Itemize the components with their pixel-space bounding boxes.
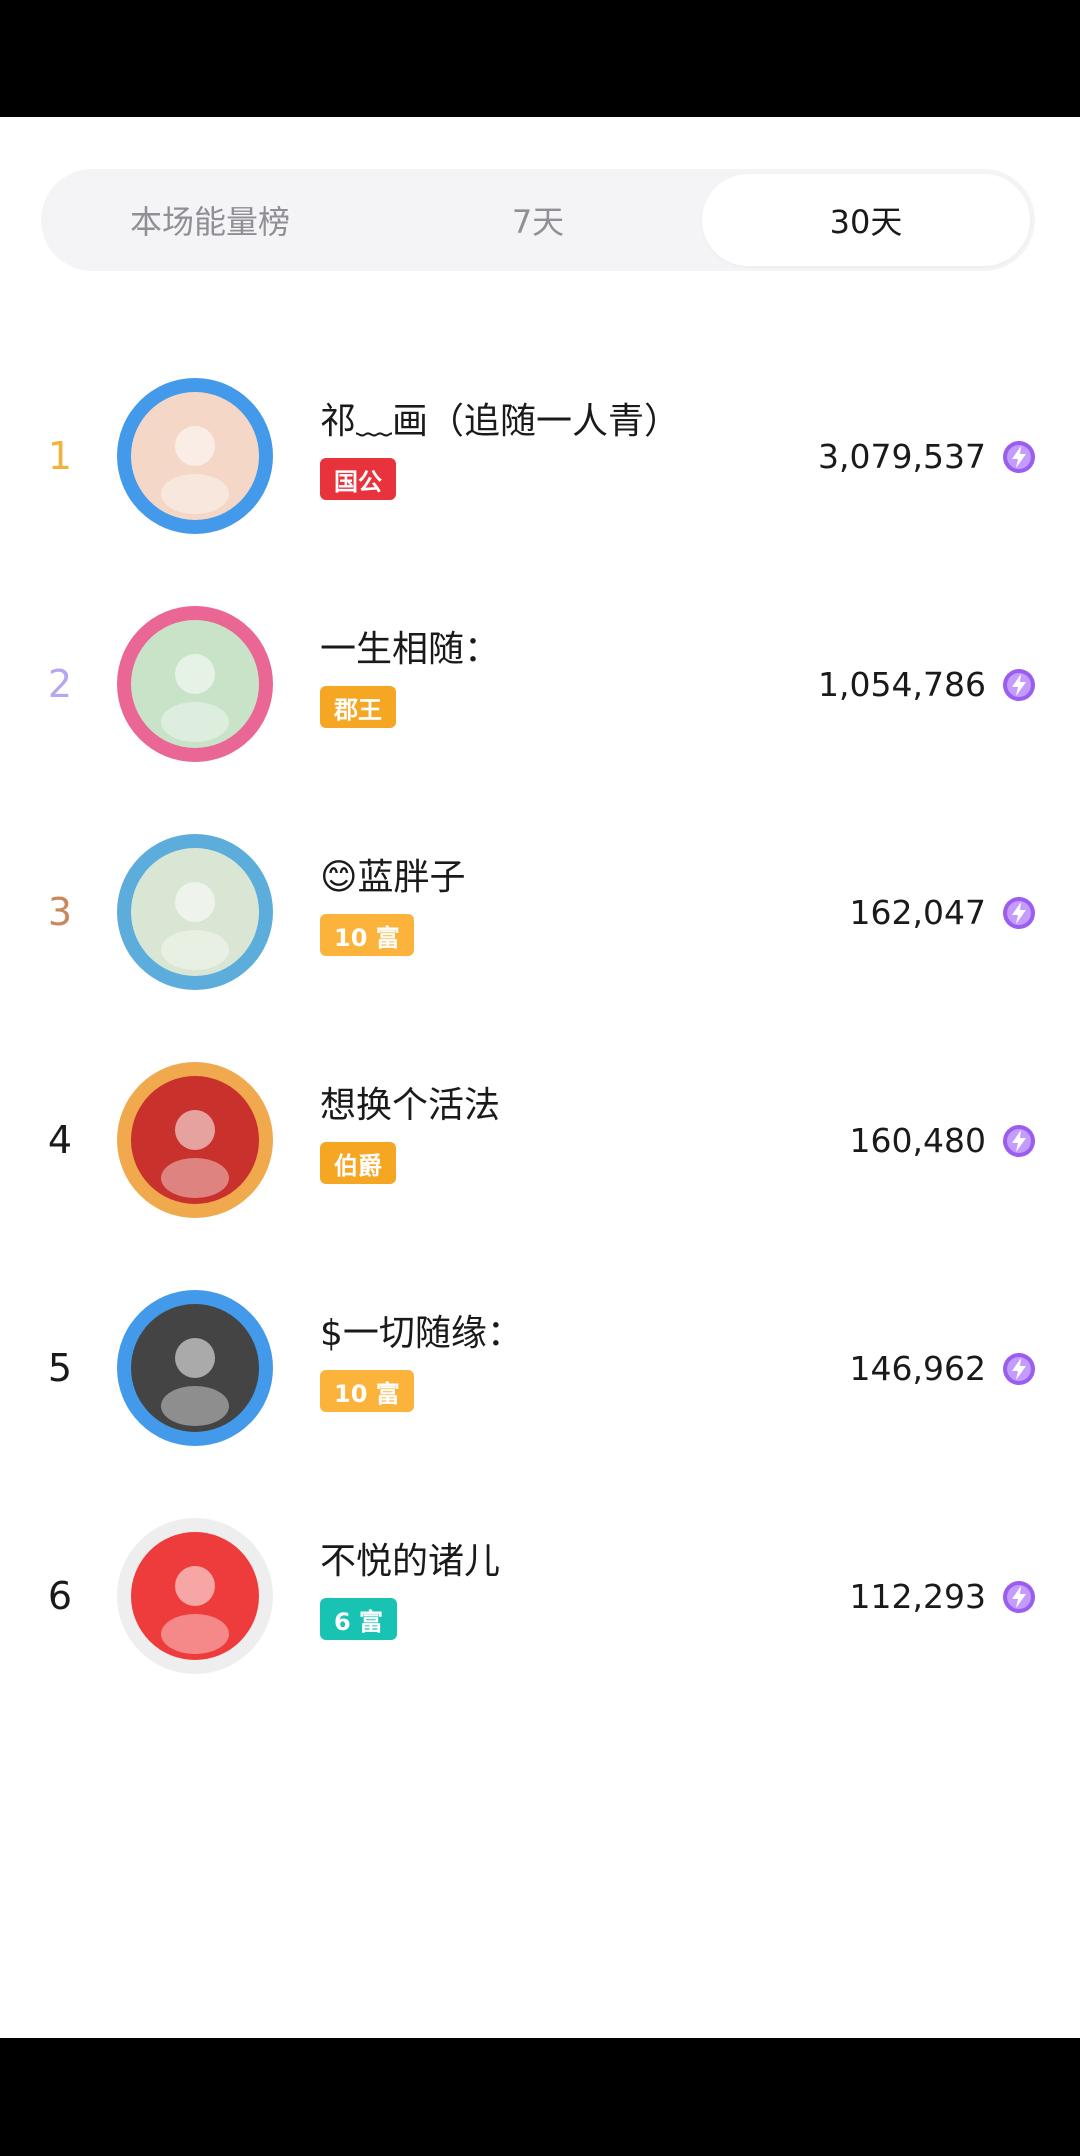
lightning-icon [1002, 440, 1036, 474]
navigation-bar [0, 2038, 1080, 2156]
user-name: 祁﹏画（追随一人青） [320, 401, 681, 442]
user-name: 一生相随： [320, 629, 501, 670]
energy-score: 112,293 [849, 1576, 986, 1616]
lightning-icon [1002, 668, 1036, 702]
tab-live-energy[interactable]: 本场能量榜 [46, 174, 374, 266]
lightning-icon [1002, 1352, 1036, 1386]
avatar[interactable] [105, 832, 285, 992]
rank-number: 4 [47, 1118, 73, 1162]
energy-score: 162,047 [849, 892, 986, 932]
ranking-row[interactable]: 4 想换个活法伯爵 160,480 [0, 1026, 1080, 1254]
lightning-icon [1002, 1580, 1036, 1614]
ranking-panel: 本场能量榜 7天 30天 1 祁﹏画（追随一人青） 国公 3,079,537 2 一生相随… [0, 117, 1080, 2038]
lightning-icon [1002, 896, 1036, 930]
rank-badge: 6 富 [320, 1598, 398, 1640]
user-name: 😊蓝胖子 [320, 857, 466, 898]
rank-badge: 国公 [320, 458, 396, 500]
lightning-icon [1002, 1124, 1036, 1158]
user-name: 不悦的诸儿 [320, 1541, 501, 1582]
rank-number: 6 [47, 1574, 73, 1618]
rank-badge: 郡王 [320, 686, 396, 728]
avatar[interactable] [105, 376, 285, 536]
rank-number: 1 [47, 434, 73, 478]
period-tabs: 本场能量榜 7天 30天 [41, 169, 1035, 271]
avatar[interactable] [105, 1060, 285, 1220]
avatar-image [117, 1062, 273, 1218]
ranking-row[interactable]: 2 一生相随： 郡王 1,054,786 [0, 570, 1080, 798]
rank-badge: 10 富 [320, 914, 414, 956]
rank-number: 3 [47, 890, 73, 934]
avatar-image [117, 378, 273, 534]
energy-score: 3,079,537 [818, 436, 986, 476]
avatar[interactable] [105, 1288, 285, 1448]
tab-7-days[interactable]: 7天 [374, 174, 702, 266]
avatar[interactable] [105, 604, 285, 764]
avatar[interactable] [105, 1516, 285, 1676]
energy-score: 1,054,786 [818, 664, 986, 704]
status-bar [0, 0, 1080, 117]
ranking-row[interactable]: 6 不悦的诸儿 6 富 112,293 [0, 1482, 1080, 1710]
rank-badge: 10 富 [320, 1370, 414, 1412]
avatar-image [117, 834, 273, 990]
energy-score: 160,480 [849, 1120, 986, 1160]
user-name: 想换个活法 [320, 1085, 501, 1126]
avatar-image [117, 1518, 273, 1674]
energy-score: 146,962 [849, 1348, 986, 1388]
user-name: $一切随缘： [320, 1313, 523, 1354]
ranking-row[interactable]: 5 $一切随缘： 10 富 146,962 [0, 1254, 1080, 1482]
tab-30-days[interactable]: 30天 [702, 174, 1030, 266]
rank-number: 2 [47, 662, 73, 706]
ranking-row[interactable]: 3 😊蓝胖子 10 富 162,047 [0, 798, 1080, 1026]
ranking-row[interactable]: 1 祁﹏画（追随一人青） 国公 3,079,537 [0, 342, 1080, 570]
rank-badge: 伯爵 [320, 1142, 396, 1184]
avatar-image [117, 606, 273, 762]
rank-number: 5 [47, 1346, 73, 1390]
avatar-image [117, 1290, 273, 1446]
